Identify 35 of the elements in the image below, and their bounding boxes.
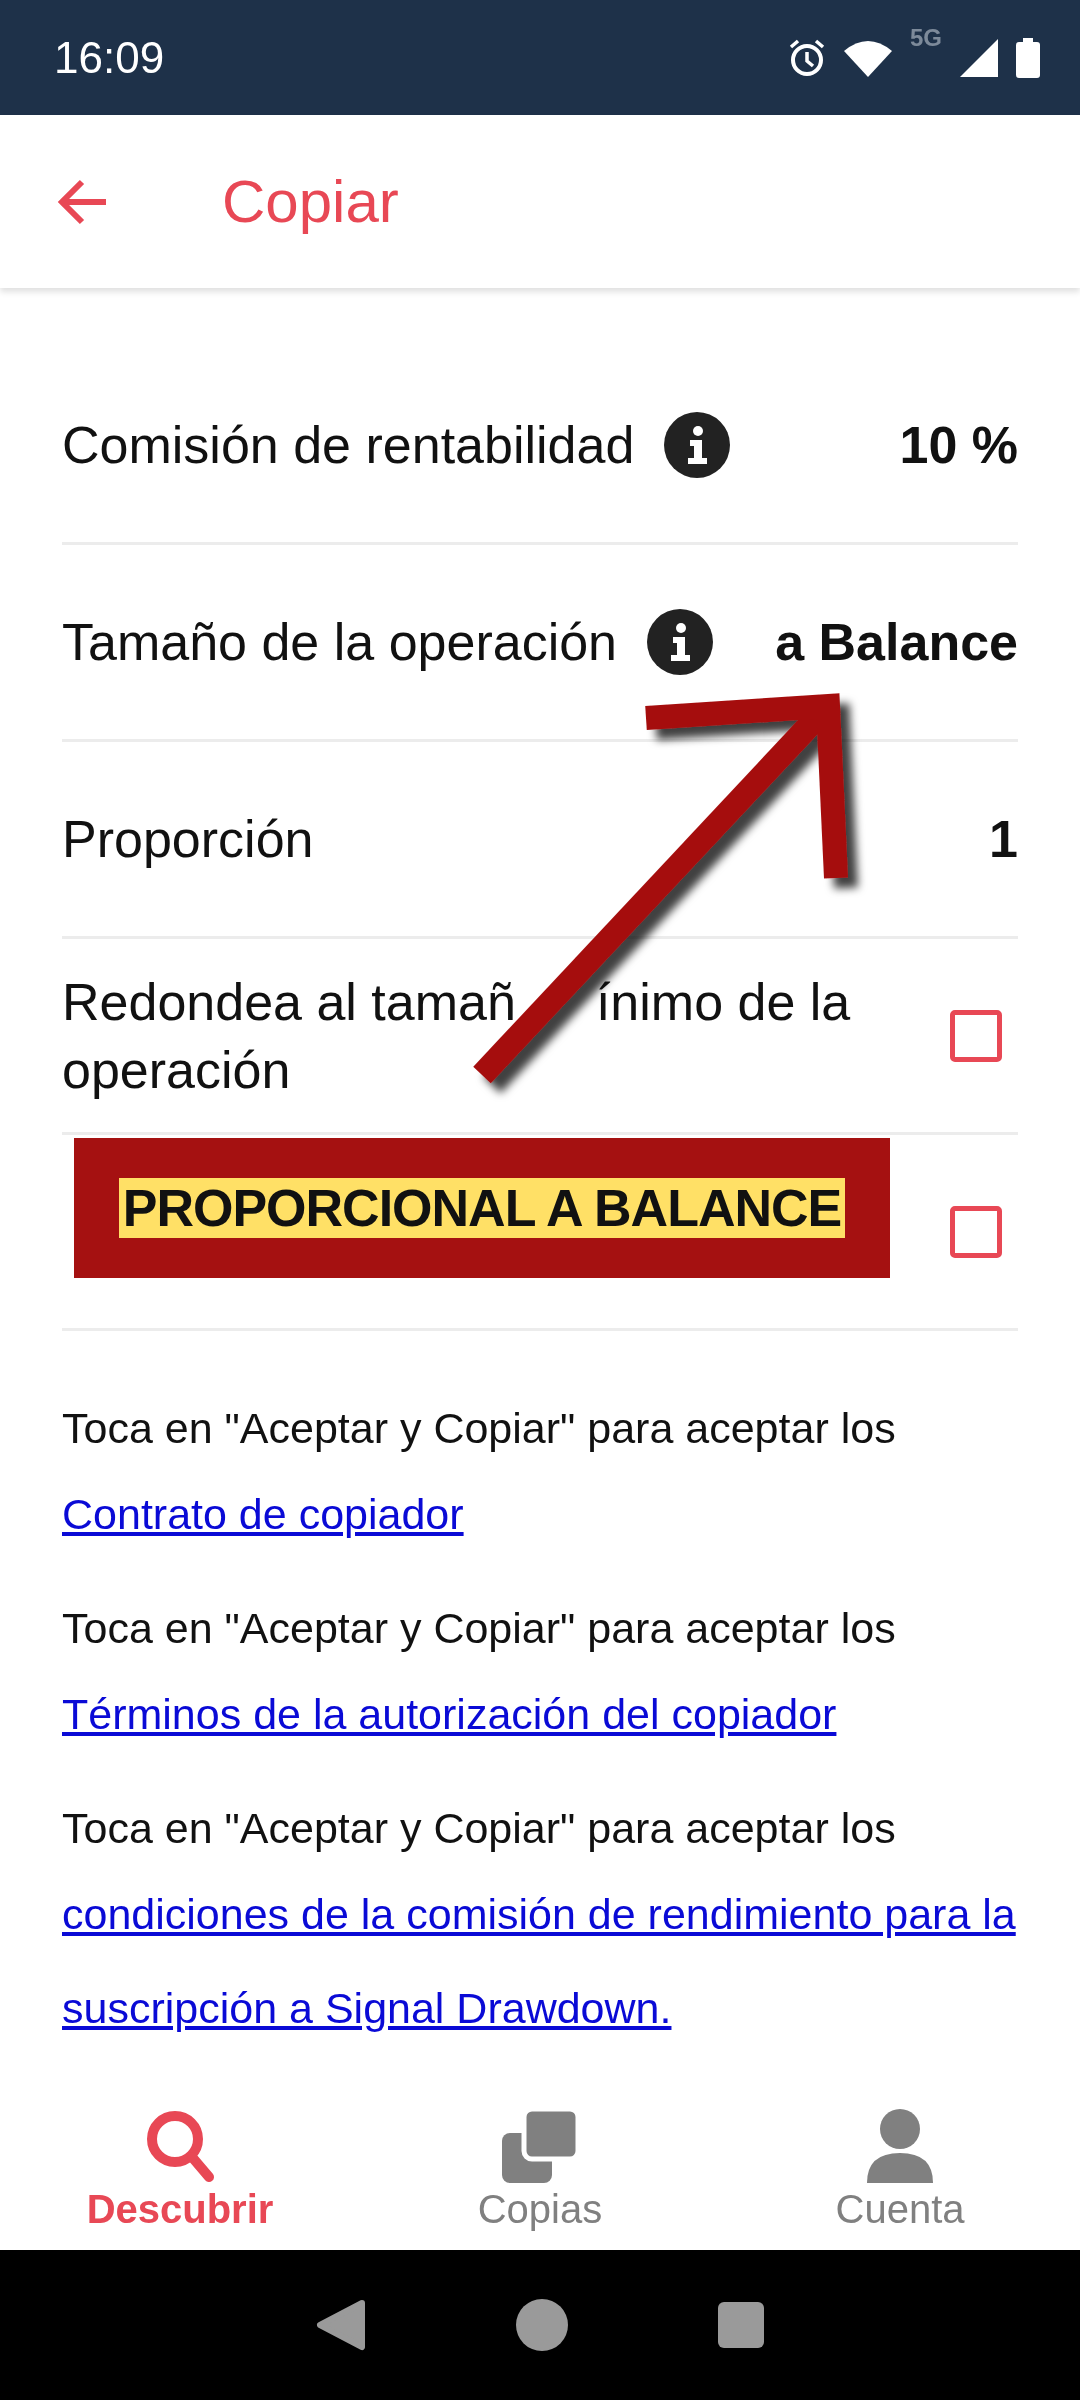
setting-label: Tamaño de la operación xyxy=(62,612,618,673)
info-icon[interactable] xyxy=(664,412,731,478)
consent-text: Toca en "Aceptar y Copiar" para aceptar los xyxy=(62,1603,897,1654)
setting-value: 1 xyxy=(989,809,1018,869)
setting-label: Redondea al tamañ xyxy=(62,971,516,1033)
home-nav-icon[interactable] xyxy=(516,2299,568,2351)
battery-icon xyxy=(1016,37,1040,78)
person-icon xyxy=(867,2108,933,2183)
terms-link[interactable]: Términos de la autorización del copiador xyxy=(62,1667,1018,1761)
search-icon xyxy=(145,2108,215,2183)
page-title: Copiar xyxy=(222,167,399,236)
annotation-text: PROPORCIONAL A BALANCE xyxy=(118,1178,846,1238)
terms-link[interactable]: Contrato de copiador xyxy=(62,1467,1018,1561)
checkbox[interactable] xyxy=(950,1205,1002,1258)
info-icon[interactable] xyxy=(647,609,714,675)
nav-tab[interactable]: Descubrir xyxy=(0,2090,360,2250)
setting-value: 10 % xyxy=(899,415,1018,475)
network-type: 5G xyxy=(910,23,942,52)
back-nav-icon[interactable] xyxy=(316,2299,366,2351)
wifi-icon xyxy=(844,38,892,77)
nav-tab[interactable]: Copias xyxy=(360,2090,720,2250)
setting-label: operación xyxy=(62,1039,291,1101)
terms-link[interactable]: condiciones de la comisión de rendimiento para la suscripción a Signal Drawdown. xyxy=(62,1867,1018,2055)
copies-icon xyxy=(502,2108,578,2183)
signal-icon xyxy=(960,38,998,77)
setting-value: a Balance xyxy=(775,612,1018,672)
setting-label: ínimo de la xyxy=(595,971,851,1033)
checkbox[interactable] xyxy=(950,1009,1002,1062)
alarm-icon xyxy=(788,38,826,77)
consent-text: Toca en "Aceptar y Copiar" para aceptar los xyxy=(62,1803,897,1854)
setting-label: Proporción xyxy=(62,809,314,870)
setting-label: Comisión de rentabilidad xyxy=(62,415,635,476)
nav-tab[interactable]: Cuenta xyxy=(720,2090,1080,2250)
consent-text: Toca en "Aceptar y Copiar" para aceptar los xyxy=(62,1403,897,1454)
status-time: 16:09 xyxy=(54,32,165,83)
